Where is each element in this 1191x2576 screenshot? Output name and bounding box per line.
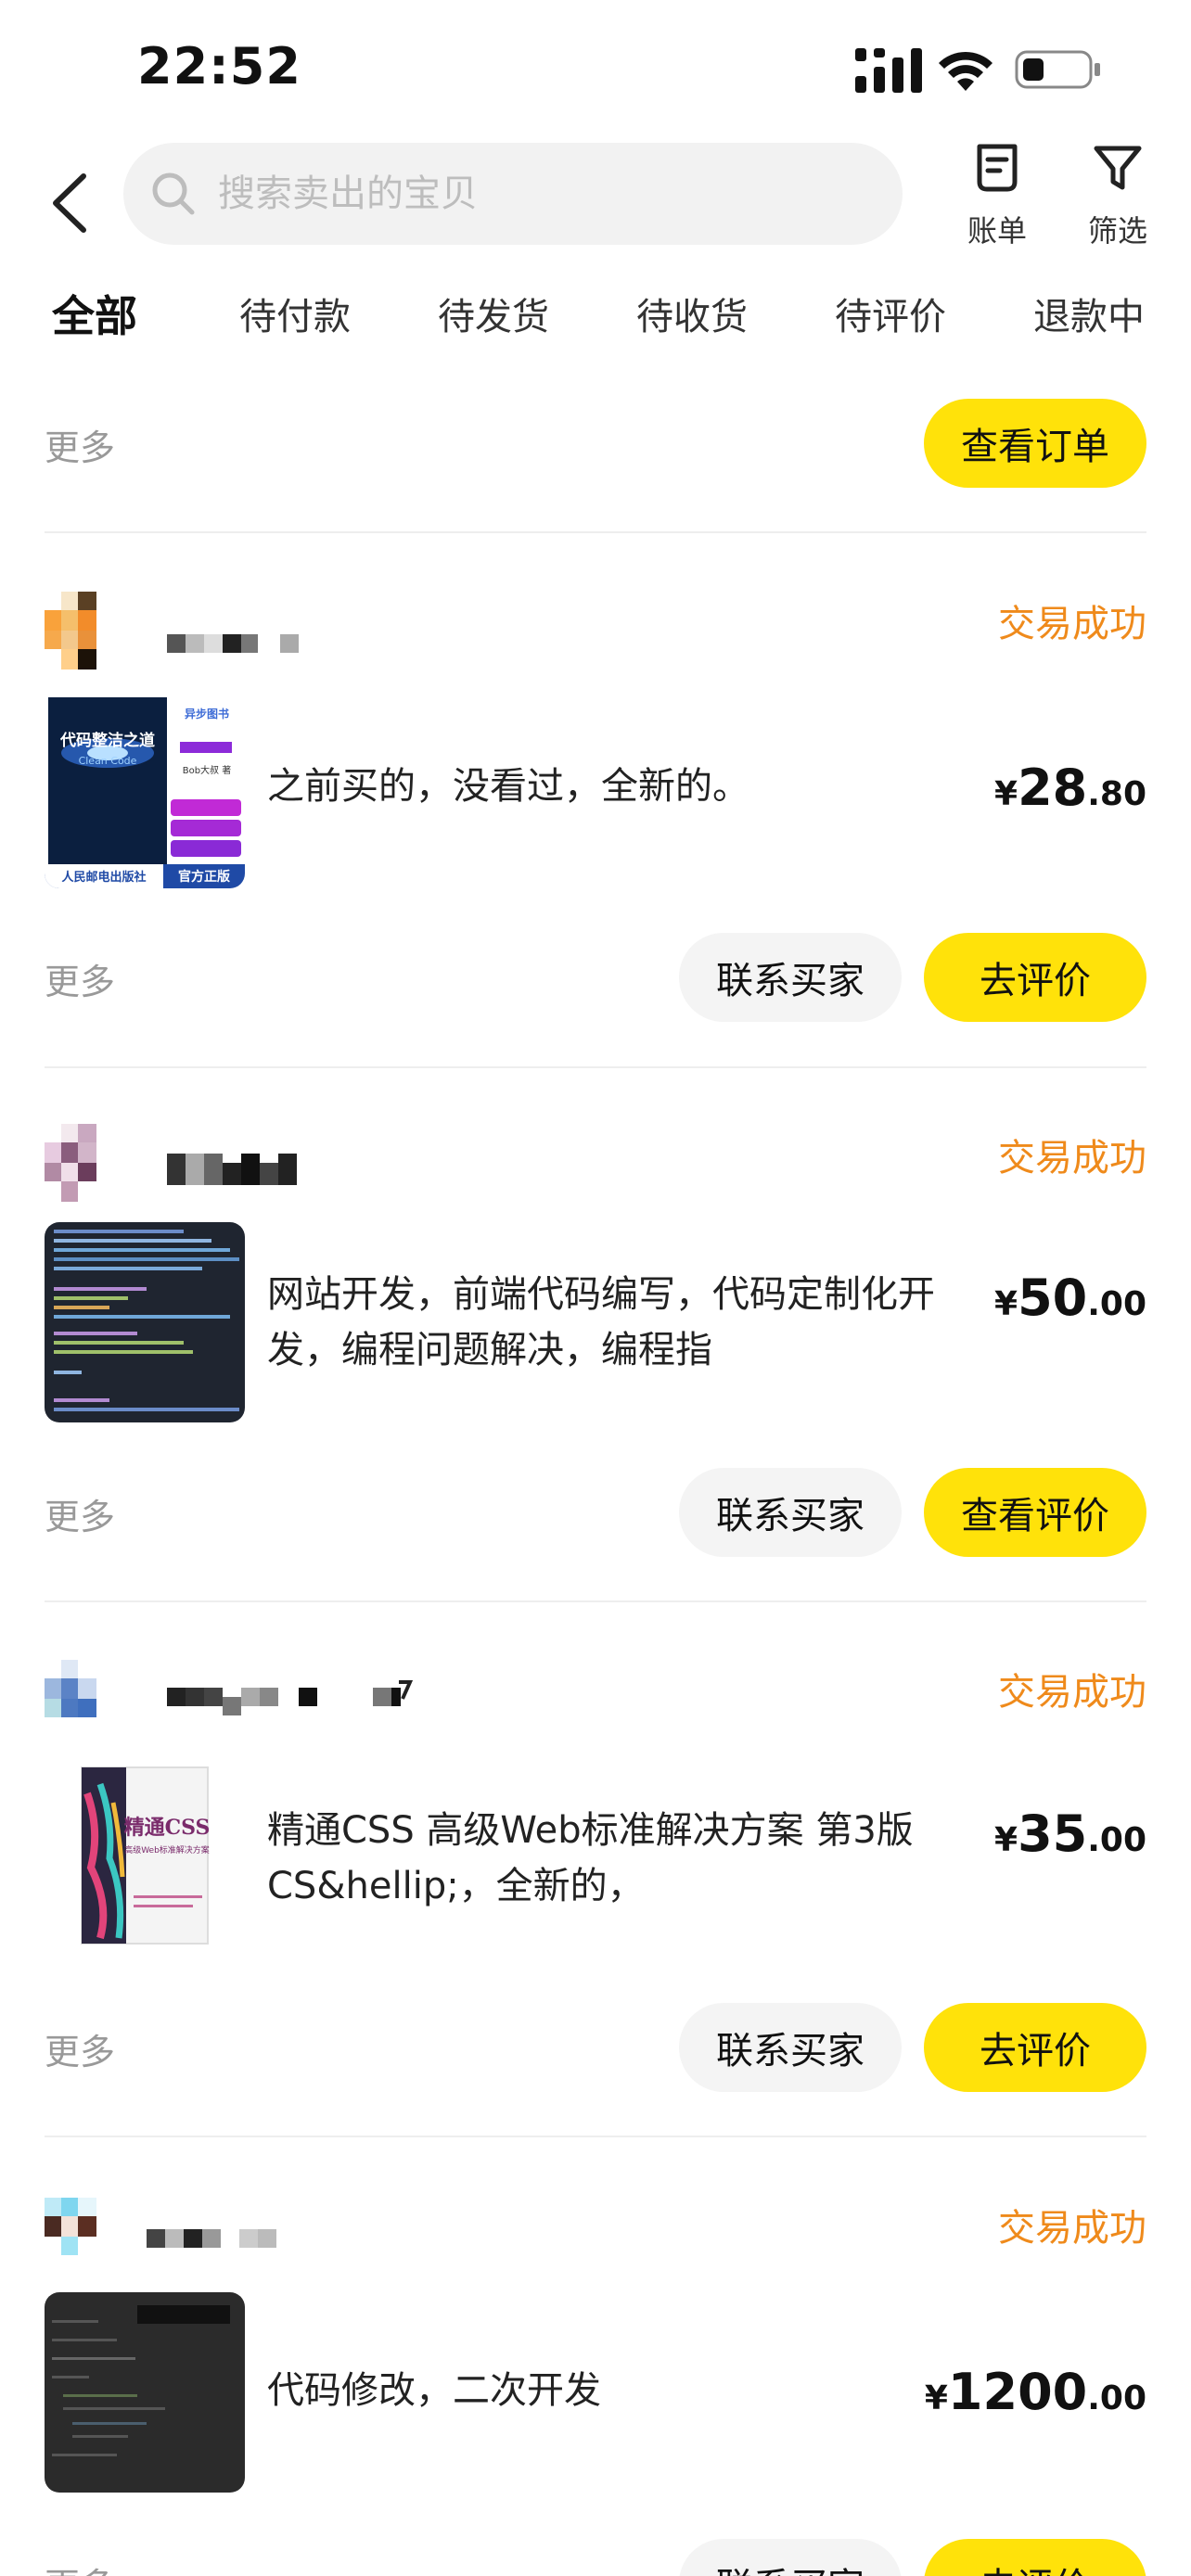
- product-thumbnail[interactable]: [45, 1222, 245, 1422]
- filter-icon: [1094, 146, 1142, 190]
- sold-orders-page: 22:52 搜索卖出的宝贝 账单 筛选 全部 待付款 待发货 待收货 待评价 退…: [0, 0, 1191, 2576]
- tab-label: 待评价: [835, 296, 946, 338]
- tab-label: 待发货: [438, 296, 549, 338]
- divider: [45, 1600, 1146, 1602]
- filter-label: 筛选: [1087, 213, 1147, 249]
- tab-label: 待付款: [239, 296, 351, 338]
- tab-pending-payment[interactable]: 待付款: [239, 287, 351, 340]
- view-order-button[interactable]: 查看订单: [924, 399, 1146, 488]
- more-link[interactable]: 更多: [45, 953, 115, 1004]
- seller-name-blurred: [147, 2229, 276, 2248]
- item-price: ¥50.00: [994, 1269, 1146, 1327]
- status-badge: 交易成功: [998, 1137, 1146, 1180]
- seller-name-blurred: [167, 1680, 414, 1715]
- price-decimal: .00: [1087, 1285, 1146, 1323]
- status-badge: 交易成功: [998, 2207, 1146, 2250]
- tab-all[interactable]: 全部: [52, 283, 137, 344]
- item-title[interactable]: 精通CSS 高级Web标准解决方案 第3版 CS&hellip;，全新的，: [267, 1803, 972, 1914]
- more-link[interactable]: 更多: [45, 2023, 115, 2074]
- book-cover-image: 代码整洁之道 Clean Code 异步图书 Bob大叔 著 人民邮电出版社 官…: [45, 688, 245, 888]
- more-link[interactable]: 更多: [45, 2557, 115, 2576]
- back-button[interactable]: [43, 163, 95, 243]
- chevron-left-icon: [53, 173, 86, 233]
- price-decimal: .80: [1087, 775, 1146, 813]
- tab-pending-review[interactable]: 待评价: [835, 287, 946, 340]
- seller-name-blurred: [167, 1154, 297, 1185]
- tab-label: 退款中: [1033, 296, 1145, 338]
- cover-title: 代码整洁之道: [59, 731, 155, 750]
- cover-title: 精通CSS: [124, 1816, 211, 1840]
- seller-avatar: [45, 1660, 96, 1717]
- status-time: 22:52: [137, 37, 301, 96]
- product-thumbnail[interactable]: 精通CSS 高级Web标准解决方案: [45, 1756, 245, 1957]
- tab-pending-receipt[interactable]: 待收货: [636, 287, 748, 340]
- item-price: ¥35.00: [994, 1804, 1146, 1863]
- status-badge: 交易成功: [998, 1671, 1146, 1714]
- price-integer: 50: [1018, 1269, 1088, 1327]
- more-link[interactable]: 更多: [45, 419, 115, 470]
- item-title[interactable]: 网站开发，前端代码编写，代码定制化开发，编程问题解决，编程指: [267, 1267, 972, 1378]
- price-decimal: .00: [1087, 2379, 1146, 2417]
- review-button[interactable]: 去评价: [924, 2003, 1146, 2092]
- contact-buyer-button[interactable]: 联系买家: [679, 933, 902, 1022]
- search-bar[interactable]: [123, 143, 903, 245]
- book-cover-image: 精通CSS 高级Web标准解决方案: [45, 1756, 245, 1957]
- seller-name-blurred: [167, 634, 299, 653]
- view-review-button[interactable]: 查看评价: [924, 1468, 1146, 1557]
- cover-publisher: 人民邮电出版社: [61, 870, 146, 885]
- currency-symbol: ¥: [994, 1821, 1018, 1859]
- item-price: ¥28.80: [994, 759, 1146, 817]
- review-button[interactable]: 去评价: [924, 933, 1146, 1022]
- contact-buyer-button[interactable]: 联系买家: [679, 2539, 902, 2576]
- product-thumbnail[interactable]: 代码整洁之道 Clean Code 异步图书 Bob大叔 著 人民邮电出版社 官…: [45, 688, 245, 888]
- bill-button[interactable]: 账单: [946, 139, 1048, 260]
- filter-button[interactable]: 筛选: [1067, 139, 1169, 260]
- divider: [45, 531, 1146, 533]
- status-bar: 22:52: [0, 0, 1191, 139]
- bill-icon: [977, 144, 1018, 192]
- bill-label: 账单: [967, 213, 1027, 249]
- search-input[interactable]: [216, 172, 869, 216]
- price-integer: 1200: [947, 2363, 1088, 2421]
- tab-refunding[interactable]: 退款中: [1033, 287, 1145, 340]
- cover-badge: 官方正版: [178, 869, 230, 885]
- tab-label: 全部: [52, 291, 137, 341]
- price-decimal: .00: [1087, 1821, 1146, 1859]
- item-title[interactable]: 代码修改，二次开发: [267, 2363, 972, 2418]
- header: 账单 筛选: [0, 139, 1191, 269]
- cover-tag: 异步图书: [185, 707, 229, 721]
- status-badge: 交易成功: [998, 603, 1146, 645]
- divider: [45, 2136, 1146, 2137]
- price-integer: 35: [1018, 1804, 1088, 1863]
- contact-buyer-button[interactable]: 联系买家: [679, 2003, 902, 2092]
- seller-avatar: [45, 1124, 96, 1202]
- currency-symbol: ¥: [994, 775, 1018, 813]
- contact-buyer-button[interactable]: 联系买家: [679, 1468, 902, 1557]
- tab-label: 待收货: [636, 296, 748, 338]
- cover-author: Bob大叔 著: [183, 764, 232, 776]
- price-integer: 28: [1018, 759, 1088, 817]
- item-price: ¥1200.00: [925, 2363, 1146, 2421]
- cover-subtitle: Clean Code: [79, 755, 137, 767]
- currency-symbol: ¥: [994, 1285, 1018, 1323]
- signal-icon: [855, 48, 922, 93]
- divider: [45, 1066, 1146, 1068]
- item-title[interactable]: 之前买的，没看过，全新的。: [267, 759, 972, 814]
- code-editor-image: [45, 2292, 245, 2493]
- currency-symbol: ¥: [924, 2379, 948, 2417]
- seller-avatar: [45, 2198, 96, 2255]
- product-thumbnail[interactable]: [45, 2292, 245, 2493]
- review-button[interactable]: 去评价: [924, 2539, 1146, 2576]
- more-link[interactable]: 更多: [45, 1488, 115, 1539]
- code-screenshot-image: [45, 1222, 245, 1422]
- tab-pending-shipment[interactable]: 待发货: [438, 287, 549, 340]
- search-icon: [152, 172, 195, 215]
- seller-avatar: [45, 592, 96, 670]
- battery-icon: [1015, 50, 1100, 89]
- cover-subtitle: 高级Web标准解决方案: [124, 1844, 210, 1855]
- order-status-tabs: 全部 待付款 待发货 待收货 待评价 退款中: [0, 274, 1191, 357]
- wifi-icon: [939, 51, 992, 91]
